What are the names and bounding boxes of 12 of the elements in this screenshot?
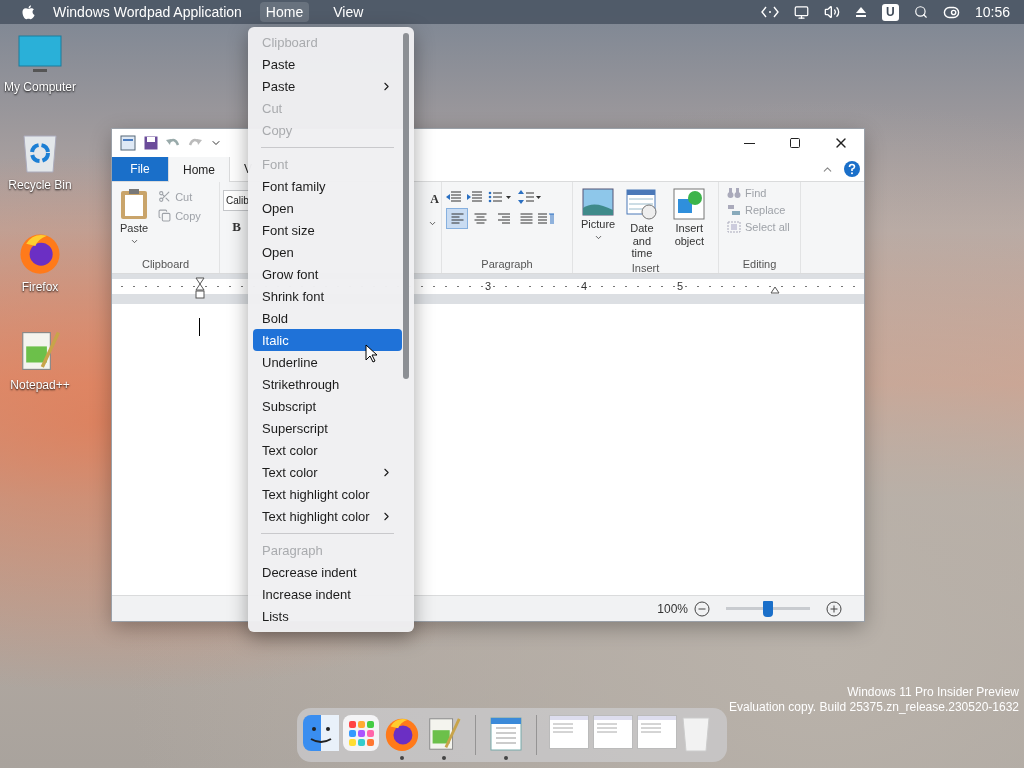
menu-section-header: Font [261, 155, 289, 174]
menu-section-header: Paragraph [261, 541, 324, 560]
group-label: Clipboard [140, 258, 191, 272]
group-label: Editing [741, 258, 778, 272]
menu-section-header: Clipboard [261, 33, 319, 52]
evaluation-notice: Windows 11 Pro Insider Preview [847, 685, 1019, 700]
group-label: Paragraph [480, 258, 534, 272]
app-title: Windows Wordpad Application [53, 4, 242, 20]
clock: 10:56 [974, 4, 1010, 20]
zoom-level: 100% [657, 601, 688, 616]
group-label: Insert [630, 261, 661, 276]
evaluation-notice: Evaluation copy. Build 25375.zn_release.230520-1632 [729, 700, 1019, 715]
